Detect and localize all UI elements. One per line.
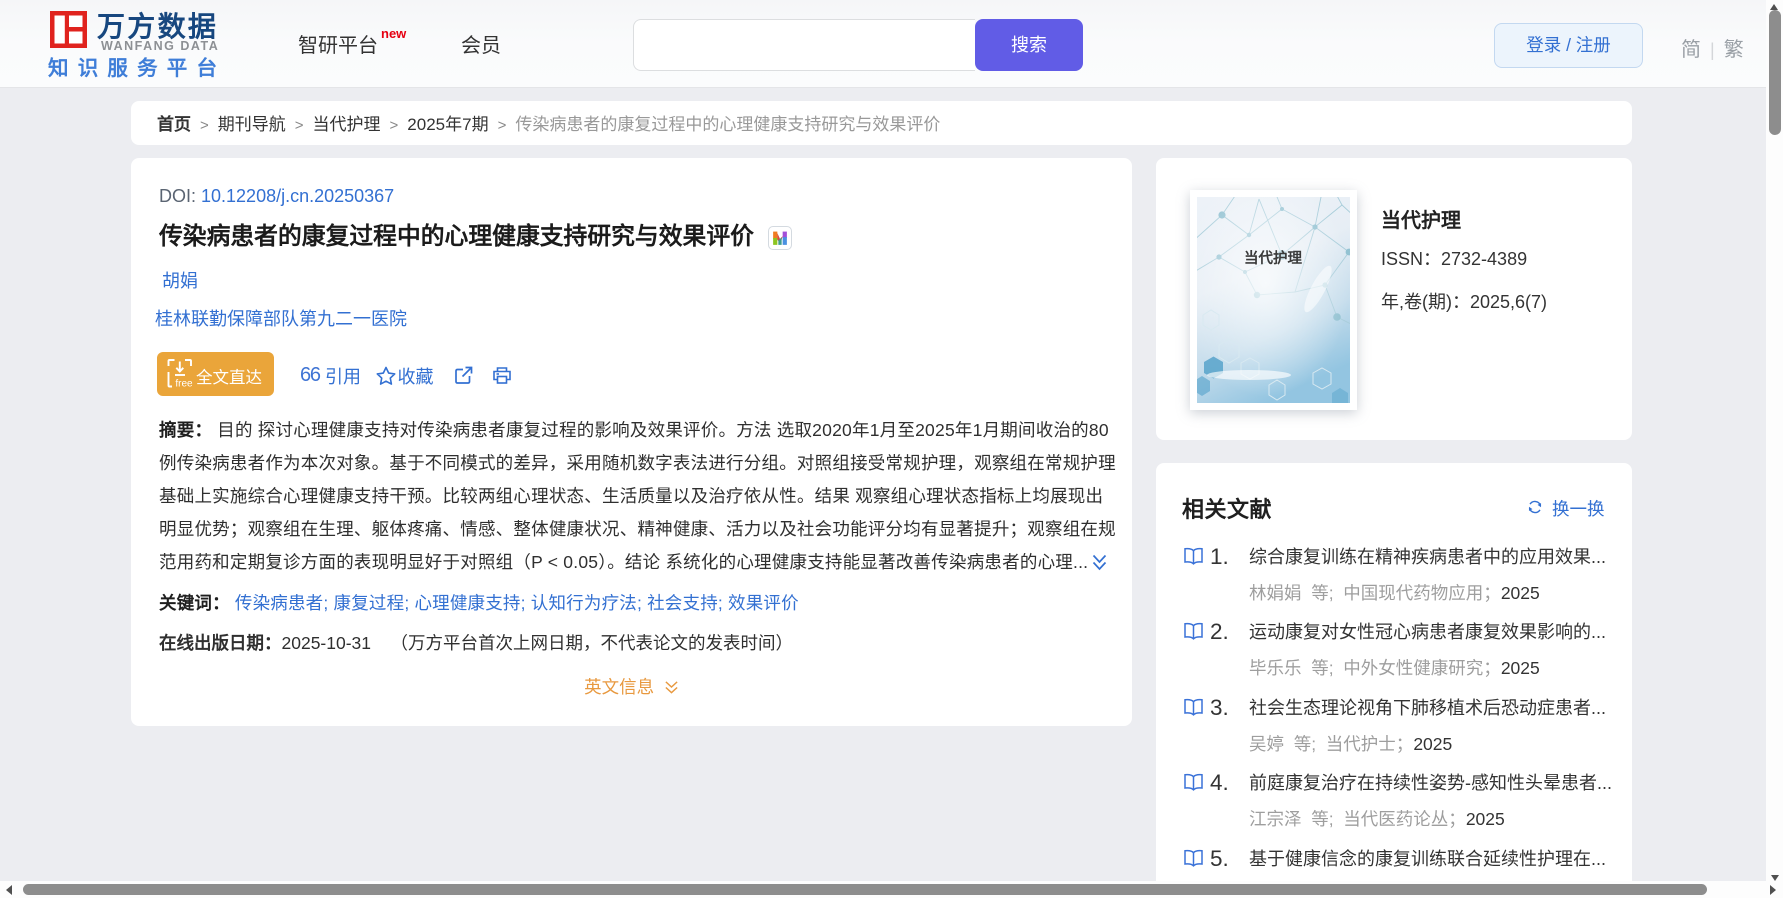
svg-text:当代护理: 当代护理 xyxy=(1244,249,1302,267)
svg-text:free: free xyxy=(175,379,193,390)
